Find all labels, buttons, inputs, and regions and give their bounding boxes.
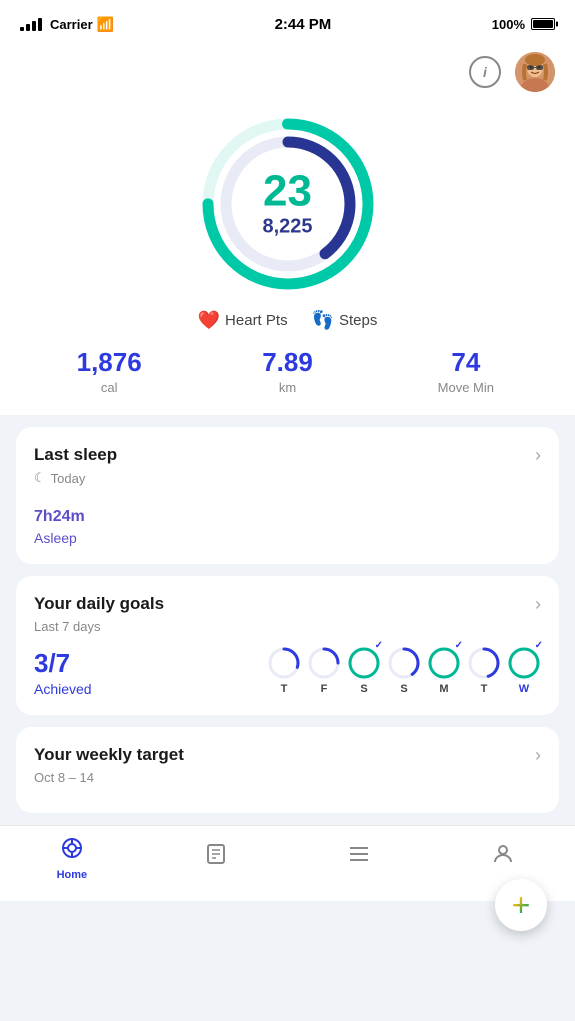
day-label-0: T — [281, 683, 288, 695]
weekly-card[interactable]: Your weekly target › Oct 8 – 14 — [16, 727, 559, 813]
nav-browse[interactable] — [329, 842, 389, 875]
heart-pts-label: Heart Pts — [225, 312, 288, 329]
day-circle-0 — [267, 646, 301, 680]
km-value: 7.89 — [198, 347, 376, 378]
day-circle-4: ✓ — [427, 646, 461, 680]
battery-icon — [531, 18, 555, 30]
day-label-6: W — [519, 683, 529, 695]
heart-pts-legend: ❤️ Heart Pts — [198, 310, 288, 331]
stat-move-min: 74 Move Min — [377, 347, 555, 395]
home-label: Home — [57, 869, 88, 881]
weekly-card-title: Your weekly target — [34, 745, 184, 765]
day-col-f1: F — [307, 646, 341, 695]
day-circle-6: ✓ — [507, 646, 541, 680]
sleep-card-header: Last sleep › — [34, 445, 541, 466]
avatar[interactable] — [515, 52, 555, 92]
stat-km: 7.89 km — [198, 347, 376, 395]
wifi-icon: 📶 — [97, 16, 114, 33]
status-left: Carrier 📶 — [20, 16, 114, 33]
activity-ring: 23 8,225 — [198, 114, 378, 294]
day-label-2: S — [360, 683, 367, 695]
browse-icon — [347, 842, 371, 872]
avatar-image — [515, 52, 555, 92]
status-time: 2:44 PM — [275, 16, 332, 33]
steps-legend: 👣 Steps — [312, 310, 378, 331]
day-label-3: S — [400, 683, 407, 695]
day-col-w6: ✓W — [507, 646, 541, 695]
fab-button[interactable]: + — [495, 879, 547, 931]
sleep-status: Asleep — [34, 530, 541, 546]
sleep-icon: ☾ — [34, 470, 46, 486]
day-label-5: T — [481, 683, 488, 695]
sleep-card-subtitle: ☾ Today — [34, 470, 541, 486]
sleep-card-title: Last sleep — [34, 445, 117, 465]
cal-value: 1,876 — [20, 347, 198, 378]
heart-pts-value: 23 — [262, 170, 312, 214]
steps-value: 8,225 — [262, 216, 312, 239]
weekly-chevron-icon: › — [535, 745, 541, 766]
signal-icon — [20, 18, 42, 31]
km-label: km — [198, 380, 376, 395]
sleep-chevron-icon: › — [535, 445, 541, 466]
goals-left: 3/7 Achieved — [34, 644, 92, 697]
weekly-card-subtitle: Oct 8 – 14 — [34, 770, 541, 785]
header-area: i — [0, 44, 575, 104]
day-col-s2: ✓S — [347, 646, 381, 695]
nav-home[interactable]: Home — [42, 836, 102, 881]
carrier-label: Carrier — [50, 17, 93, 32]
sleep-card[interactable]: Last sleep › ☾ Today 7h24m Asleep — [16, 427, 559, 564]
nav-journal[interactable] — [186, 842, 246, 875]
profile-icon — [491, 842, 515, 872]
bottom-nav: Home — [0, 825, 575, 901]
goals-card-title: Your daily goals — [34, 594, 164, 614]
day-col-t5: T — [467, 646, 501, 695]
goals-achieved-label: Achieved — [34, 681, 92, 697]
move-min-label: Move Min — [377, 380, 555, 395]
cal-label: cal — [20, 380, 198, 395]
goals-content: 3/7 Achieved T F ✓S S — [34, 644, 541, 697]
goals-card-header: Your daily goals › — [34, 594, 541, 615]
goals-card-subtitle: Last 7 days — [34, 619, 541, 634]
ring-legend: ❤️ Heart Pts 👣 Steps — [198, 310, 378, 331]
heart-icon: ❤️ — [198, 310, 220, 331]
day-circle-3 — [387, 646, 421, 680]
weekly-card-header: Your weekly target › — [34, 745, 541, 766]
info-button[interactable]: i — [469, 56, 501, 88]
ring-section: 23 8,225 ❤️ Heart Pts 👣 Steps 1,876 cal … — [0, 104, 575, 415]
stat-cal: 1,876 cal — [20, 347, 198, 395]
battery-percent: 100% — [492, 17, 525, 32]
day-circle-1 — [307, 646, 341, 680]
checkmark-icon: ✓ — [535, 640, 543, 651]
checkmark-icon: ✓ — [455, 640, 463, 651]
status-right: 100% — [492, 17, 555, 32]
ring-values: 23 8,225 — [262, 170, 312, 239]
day-circle-2: ✓ — [347, 646, 381, 680]
day-col-s3: S — [387, 646, 421, 695]
scroll-area: 23 8,225 ❤️ Heart Pts 👣 Steps 1,876 cal … — [0, 104, 575, 825]
goals-chevron-icon: › — [535, 594, 541, 615]
cards-area: Last sleep › ☾ Today 7h24m Asleep Your d… — [0, 415, 575, 825]
steps-icon: 👣 — [312, 310, 334, 331]
fab-plus-icon: + — [512, 889, 531, 921]
checkmark-icon: ✓ — [375, 640, 383, 651]
goals-card[interactable]: Your daily goals › Last 7 days 3/7 Achie… — [16, 576, 559, 715]
day-label-1: F — [321, 683, 328, 695]
day-col-t0: T — [267, 646, 301, 695]
nav-profile[interactable] — [473, 842, 533, 875]
goals-achieved-value: 3/7 — [34, 648, 92, 679]
home-icon — [60, 836, 84, 866]
status-bar: Carrier 📶 2:44 PM 100% — [0, 0, 575, 44]
day-circles: T F ✓S S ✓M T — [267, 646, 541, 695]
sleep-duration: 7h24m — [34, 496, 541, 528]
day-circle-5 — [467, 646, 501, 680]
steps-label: Steps — [339, 312, 377, 329]
journal-icon — [204, 842, 228, 872]
day-col-m4: ✓M — [427, 646, 461, 695]
day-label-4: M — [439, 683, 448, 695]
stats-row: 1,876 cal 7.89 km 74 Move Min — [0, 347, 575, 395]
move-min-value: 74 — [377, 347, 555, 378]
